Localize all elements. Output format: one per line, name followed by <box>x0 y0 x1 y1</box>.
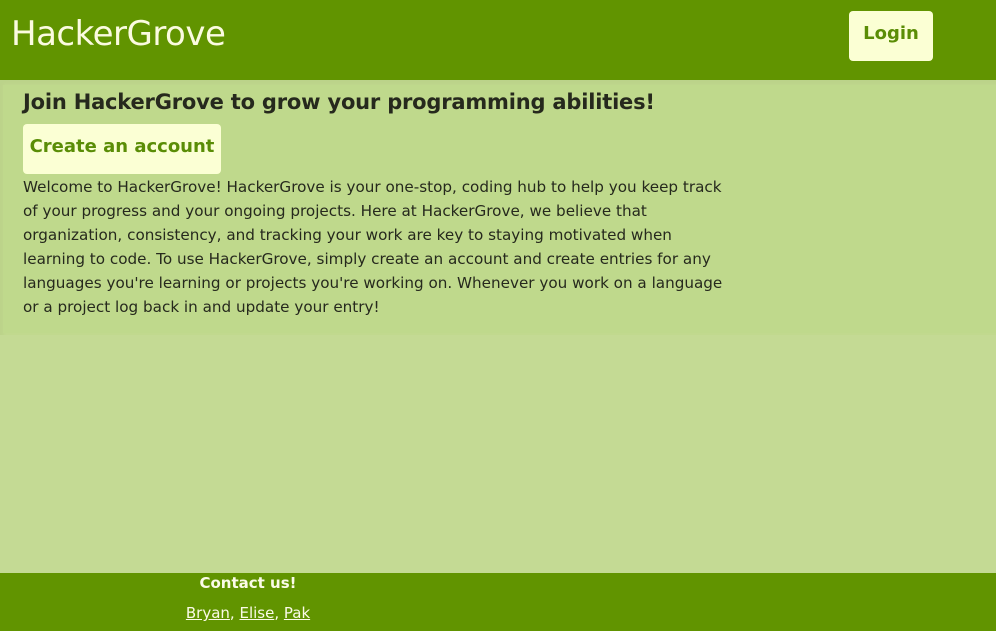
footer-contact-links: Bryan, Elise, Pak <box>0 604 496 622</box>
brand-logo-text[interactable]: HackerGrove <box>11 14 226 54</box>
contact-link-pak[interactable]: Pak <box>284 604 310 622</box>
contact-link-bryan[interactable]: Bryan <box>186 604 230 622</box>
login-button[interactable]: Login <box>849 11 933 61</box>
contact-link-elise[interactable]: Elise <box>239 604 274 622</box>
footer: Contact us! Bryan, Elise, Pak <box>0 573 996 631</box>
intro-paragraph: Welcome to HackerGrove! HackerGrove is y… <box>23 178 723 316</box>
create-account-button[interactable]: Create an account <box>23 124 221 174</box>
link-separator: , <box>274 604 284 622</box>
footer-title: Contact us! <box>199 574 297 592</box>
navbar: HackerGrove Login <box>0 0 996 80</box>
hero-title: Join HackerGrove to grow your programmin… <box>23 90 655 114</box>
